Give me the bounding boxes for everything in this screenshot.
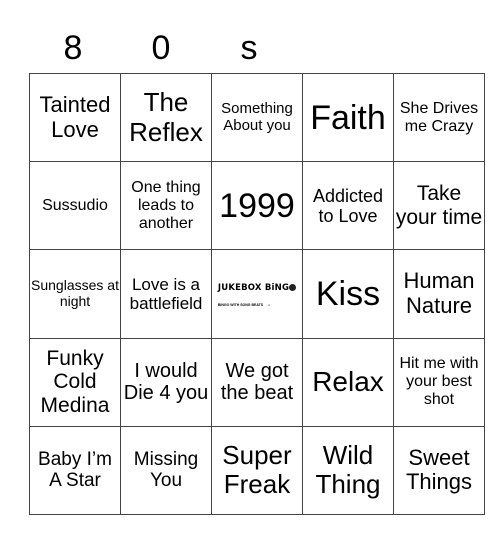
grid-row: Sussudio One thing leads to another 1999… bbox=[29, 161, 485, 251]
bingo-cell[interactable]: Wild Thing bbox=[302, 425, 394, 516]
bingo-cell[interactable]: We got the beat bbox=[211, 337, 303, 427]
bingo-grid: Tainted Love The Reflex Something About … bbox=[29, 72, 485, 516]
bingo-cell[interactable]: Addicted to Love bbox=[302, 161, 394, 251]
record-disc-icon bbox=[289, 283, 297, 291]
grid-row: Sunglasses at night Love is a battlefiel… bbox=[29, 249, 485, 339]
bingo-cell[interactable]: Human Nature bbox=[393, 249, 485, 339]
title-letter: 0 bbox=[151, 29, 171, 67]
bingo-cell[interactable]: Hit me with your best shot bbox=[393, 337, 485, 427]
bingo-cell[interactable]: Faith bbox=[302, 72, 394, 163]
grid-row: Tainted Love The Reflex Something About … bbox=[29, 72, 485, 163]
bingo-cell[interactable]: One thing leads to another bbox=[120, 161, 212, 251]
free-space-cell[interactable]: JUKEBOX B​iNG BINGO WITH SONG BEATS ♫ bbox=[211, 249, 303, 339]
music-note-icon: ♫ bbox=[267, 302, 271, 307]
bingo-cell[interactable]: Sweet Things bbox=[393, 425, 485, 516]
grid-row: Baby I’m A Star Missing You Super Freak … bbox=[29, 425, 485, 516]
bingo-cell[interactable]: She Drives me Crazy bbox=[393, 72, 485, 163]
bingo-cell[interactable]: Relax bbox=[302, 337, 394, 427]
card-title: 8 0 s bbox=[29, 26, 471, 70]
logo-text-left: JUKEBOX B bbox=[217, 282, 272, 293]
logo-subtitle: BINGO WITH SONG BEATS bbox=[217, 302, 264, 307]
bingo-cell[interactable]: Tainted Love bbox=[29, 72, 121, 163]
bingo-cell[interactable]: Super Freak bbox=[211, 425, 303, 516]
bingo-cell[interactable]: Funky Cold Medina bbox=[29, 337, 121, 427]
bingo-cell[interactable]: Sunglasses at night bbox=[29, 249, 121, 339]
bingo-cell[interactable]: Baby I’m A Star bbox=[29, 425, 121, 516]
bingo-cell[interactable]: 1999 bbox=[211, 161, 303, 251]
grid-row: Funky Cold Medina I would Die 4 you We g… bbox=[29, 337, 485, 427]
bingo-cell[interactable]: The Reflex bbox=[120, 72, 212, 163]
bingo-cell[interactable]: Take your time bbox=[393, 161, 485, 251]
bingo-cell[interactable]: Sussudio bbox=[29, 161, 121, 251]
bingo-cell[interactable]: I would Die 4 you bbox=[120, 337, 212, 427]
bingo-cell[interactable]: Missing You bbox=[120, 425, 212, 516]
bingo-cell[interactable]: Kiss bbox=[302, 249, 394, 339]
logo-text: JUKEBOX B​iNG bbox=[217, 282, 297, 293]
logo-text-right: NG bbox=[274, 282, 290, 293]
title-letter: 8 bbox=[63, 29, 83, 67]
bingo-cell[interactable]: Love is a battlefield bbox=[120, 249, 212, 339]
bingo-cell[interactable]: Something About you bbox=[211, 72, 303, 163]
title-letter: s bbox=[240, 29, 258, 67]
jukebox-bingo-logo: JUKEBOX B​iNG BINGO WITH SONG BEATS ♫ bbox=[217, 278, 297, 310]
